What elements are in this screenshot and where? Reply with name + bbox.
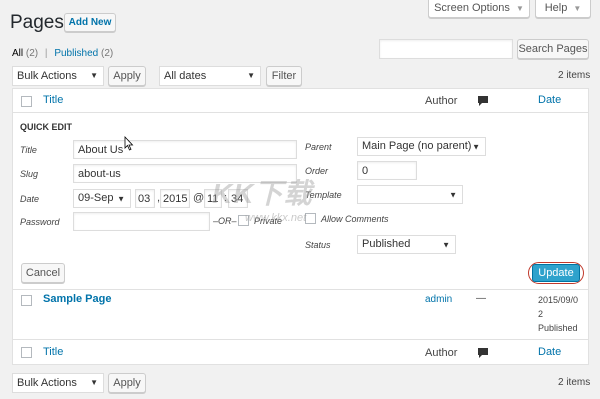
divider: [13, 112, 588, 113]
apply-bottom-button[interactable]: Apply: [108, 373, 146, 393]
mouse-cursor-icon: [124, 135, 134, 154]
date-month-select[interactable]: 09-Sep ▼: [73, 189, 131, 208]
date-day-field[interactable]: [135, 189, 155, 208]
chevron-down-icon: ▼: [573, 4, 582, 13]
row-date-status: Published: [538, 323, 578, 333]
parent-value: Main Page (no parent): [362, 140, 472, 152]
row-date: 2015/09/0 2 Published: [538, 293, 578, 335]
comments-column-icon: [477, 347, 489, 362]
column-title-header[interactable]: Title: [43, 94, 63, 106]
template-select[interactable]: ▼: [357, 185, 463, 204]
password-label: Password: [20, 217, 60, 227]
filter-button[interactable]: Filter: [266, 66, 302, 86]
page-title: Pages: [10, 12, 64, 33]
date-label: Date: [20, 194, 40, 204]
column-date-footer[interactable]: Date: [538, 346, 561, 358]
comments-column-icon: [477, 95, 489, 110]
filter-all-count: (2): [25, 48, 39, 59]
date-filter-select[interactable]: All dates ▼: [159, 66, 261, 86]
parent-select[interactable]: Main Page (no parent) ▼: [357, 137, 486, 156]
column-author-header: Author: [425, 95, 458, 107]
items-count: 2 items: [558, 70, 591, 81]
dropdown-arrow-icon: ▼: [472, 142, 480, 151]
row-author-link[interactable]: admin: [425, 294, 452, 305]
parent-label: Parent: [305, 142, 332, 152]
dropdown-arrow-icon: ▼: [90, 378, 98, 387]
dropdown-arrow-icon: ▼: [247, 71, 255, 80]
date-at: @: [193, 192, 205, 204]
title-field[interactable]: [73, 140, 297, 159]
divider: [13, 289, 588, 290]
watermark-logo: KK下载: [212, 178, 313, 209]
date-year-field[interactable]: [160, 189, 190, 208]
row-comments: —: [476, 293, 486, 304]
watermark-url: www.kkx.net: [245, 212, 307, 224]
dropdown-arrow-icon: ▼: [90, 71, 98, 80]
row-date-line2: 2: [538, 309, 544, 319]
help-tab[interactable]: Help ▼: [535, 0, 591, 18]
date-month-value: 09-Sep: [78, 192, 114, 204]
add-new-button[interactable]: Add New: [64, 13, 116, 32]
column-author-footer: Author: [425, 347, 458, 359]
select-all-checkbox[interactable]: [21, 96, 32, 107]
select-all-footer-checkbox[interactable]: [21, 347, 32, 358]
chevron-down-icon: ▼: [515, 4, 524, 13]
allow-comments-checkbox[interactable]: [305, 213, 316, 224]
column-title-footer[interactable]: Title: [43, 346, 63, 358]
row-date-line1: 2015/09/0: [538, 295, 579, 305]
allow-comments-label: Allow Comments: [321, 214, 389, 224]
or-separator: –OR–: [213, 216, 237, 226]
dropdown-arrow-icon: ▼: [449, 190, 457, 199]
dropdown-arrow-icon: ▼: [442, 240, 450, 249]
filter-published[interactable]: Published: [54, 48, 98, 59]
bulk-actions-select[interactable]: Bulk Actions ▼: [12, 66, 104, 86]
items-count-bottom: 2 items: [558, 377, 591, 388]
bulk-actions-bottom-select[interactable]: Bulk Actions ▼: [12, 373, 104, 393]
filter-all[interactable]: All: [12, 48, 23, 59]
update-button[interactable]: Update: [532, 264, 580, 282]
status-filters: All (2) | Published (2): [12, 48, 113, 59]
order-field[interactable]: [357, 161, 417, 180]
divider: [13, 339, 588, 340]
row-checkbox[interactable]: [21, 295, 32, 306]
status-label: Status: [305, 240, 331, 250]
title-label: Title: [20, 145, 37, 155]
filter-separator: |: [44, 48, 48, 59]
status-value: Published: [362, 238, 411, 250]
screen-options-label: Screen Options: [434, 2, 510, 14]
bulk-actions-bottom-value: Bulk Actions: [17, 377, 77, 389]
search-input[interactable]: [379, 39, 513, 59]
bulk-actions-value: Bulk Actions: [17, 70, 77, 82]
help-label: Help: [544, 2, 568, 14]
cancel-button[interactable]: Cancel: [21, 263, 65, 283]
dropdown-arrow-icon: ▼: [117, 194, 125, 203]
search-pages-button[interactable]: Search Pages: [517, 39, 589, 59]
quick-edit-heading: QUICK EDIT: [20, 122, 73, 132]
row-title-link[interactable]: Sample Page: [43, 293, 111, 305]
apply-button[interactable]: Apply: [108, 66, 146, 86]
slug-label: Slug: [20, 169, 39, 179]
screen-options-tab[interactable]: Screen Options ▼: [428, 0, 530, 18]
filter-published-count: (2): [101, 48, 114, 59]
date-filter-value: All dates: [164, 70, 207, 82]
status-select[interactable]: Published ▼: [357, 235, 456, 254]
column-date-header[interactable]: Date: [538, 94, 561, 106]
password-field[interactable]: [73, 212, 210, 231]
